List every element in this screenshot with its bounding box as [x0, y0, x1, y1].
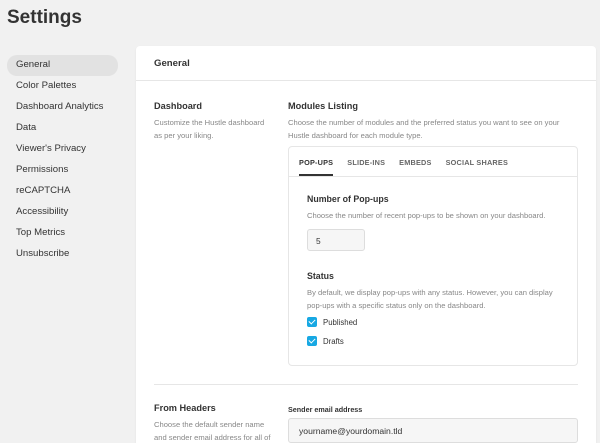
number-of-popups-input[interactable]: 5 — [307, 229, 365, 251]
sidebar-item-viewers-privacy[interactable]: Viewer's Privacy — [7, 139, 118, 160]
panel-title: General — [136, 46, 596, 81]
from-headers-description: Choose the default sender name and sende… — [154, 420, 271, 442]
settings-panel: General Dashboard Customize the Hustle d… — [136, 46, 596, 443]
drafts-label: Drafts — [323, 336, 344, 346]
status-title: Status — [307, 271, 334, 281]
dashboard-title: Dashboard — [154, 101, 202, 111]
tab-pop-ups[interactable]: POP-UPS — [299, 147, 334, 176]
tab-embeds[interactable]: EMBEDS — [399, 147, 431, 176]
sidebar-item-dashboard-analytics[interactable]: Dashboard Analytics — [7, 97, 118, 118]
modules-listing-description: Choose the number of modules and the pre… — [288, 118, 560, 140]
number-of-popups-title: Number of Pop-ups — [307, 194, 389, 204]
sender-email-input[interactable]: yourname@yourdomain.tld — [288, 418, 578, 443]
section-divider — [154, 384, 578, 385]
dashboard-description: Customize the Hustle dashboard as per yo… — [154, 118, 265, 140]
number-of-popups-description: Choose the number of recent pop-ups to b… — [307, 211, 546, 220]
drafts-checkbox-row[interactable]: Drafts — [307, 336, 344, 346]
sidebar-item-unsubscribe[interactable]: Unsubscribe — [7, 244, 118, 265]
tab-slide-ins[interactable]: SLIDE-INS — [347, 147, 385, 176]
sidebar-item-recaptcha[interactable]: reCAPTCHA — [7, 181, 118, 202]
published-label: Published — [323, 317, 358, 327]
sidebar-item-accessibility[interactable]: Accessibility — [7, 202, 118, 223]
settings-sidebar: General Color Palettes Dashboard Analyti… — [7, 55, 118, 265]
sidebar-item-general[interactable]: General — [7, 55, 118, 76]
sidebar-item-permissions[interactable]: Permissions — [7, 160, 118, 181]
module-type-tabs-box: POP-UPS SLIDE-INS EMBEDS SOCIAL SHARES N… — [288, 146, 578, 366]
module-type-tab-bar: POP-UPS SLIDE-INS EMBEDS SOCIAL SHARES — [289, 147, 577, 177]
sender-email-label: Sender email address — [288, 405, 363, 414]
from-headers-title: From Headers — [154, 403, 216, 413]
page-title: Settings — [7, 7, 82, 28]
drafts-checkbox[interactable] — [307, 336, 317, 346]
published-checkbox-row[interactable]: Published — [307, 317, 357, 327]
published-checkbox[interactable] — [307, 317, 317, 327]
modules-listing-title: Modules Listing — [288, 101, 358, 111]
sidebar-item-color-palettes[interactable]: Color Palettes — [7, 76, 118, 97]
tab-social-shares[interactable]: SOCIAL SHARES — [446, 147, 508, 176]
sidebar-item-top-metrics[interactable]: Top Metrics — [7, 223, 118, 244]
sidebar-item-data[interactable]: Data — [7, 118, 118, 139]
status-description: By default, we display pop-ups with any … — [307, 288, 553, 310]
